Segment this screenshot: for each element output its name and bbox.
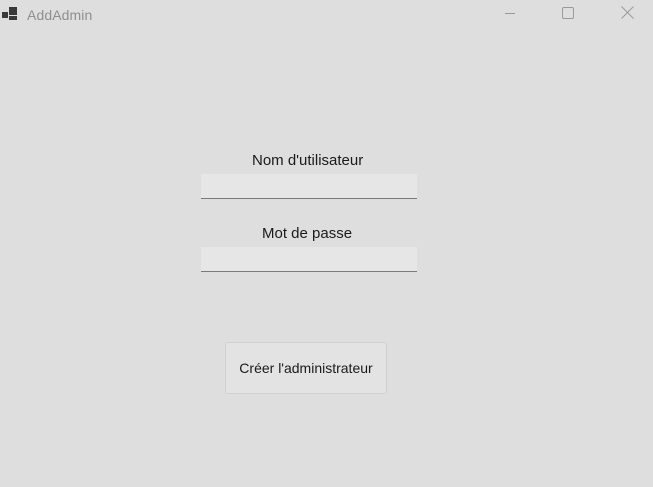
create-admin-button[interactable]: Créer l'administrateur — [225, 342, 387, 394]
minimize-button[interactable] — [487, 0, 533, 30]
password-label: Mot de passe — [262, 225, 353, 242]
app-icon — [2, 7, 18, 21]
maximize-icon — [562, 6, 574, 24]
close-icon — [620, 6, 634, 24]
window-title: AddAdmin — [27, 7, 93, 23]
minimize-icon — [504, 6, 516, 24]
close-button[interactable] — [604, 0, 650, 30]
maximize-button[interactable] — [545, 0, 591, 30]
password-input[interactable] — [201, 247, 417, 272]
app-window: AddAdmin Nom d'utilisateur Mot de passe … — [0, 0, 653, 487]
username-input[interactable] — [201, 174, 417, 199]
username-label: Nom d'utilisateur — [252, 152, 364, 169]
title-bar[interactable]: AddAdmin — [0, 0, 653, 30]
